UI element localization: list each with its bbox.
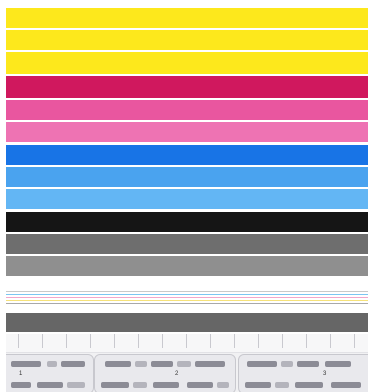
alignment-line-yellow	[6, 300, 368, 301]
ruler-slot	[153, 382, 179, 388]
ruler-tick	[138, 334, 139, 348]
gray-bar-light	[6, 256, 368, 276]
alignment-line-black	[6, 303, 368, 304]
ruler-slot	[11, 361, 41, 367]
magenta-bar-light	[6, 122, 368, 142]
ruler-slot	[281, 361, 293, 367]
alignment-line-cyan	[6, 294, 368, 295]
ruler-tick	[306, 334, 307, 348]
ruler-slot	[105, 361, 131, 367]
ruler-panel-1: 1	[6, 354, 94, 392]
ruler-slot	[135, 361, 147, 367]
magenta-bar-medium	[6, 100, 368, 120]
alignment-ruler: 1 2 3	[6, 334, 368, 392]
print-test-sheet: 1 2 3	[0, 0, 370, 392]
ruler-tick	[42, 334, 43, 348]
ruler-number-1: 1	[19, 371, 23, 377]
ruler-slot	[67, 382, 85, 388]
black-bar	[6, 212, 368, 232]
ruler-tick	[354, 334, 355, 348]
yellow-bar-2	[6, 30, 368, 50]
ruler-slot	[133, 382, 147, 388]
ruler-number-2: 2	[175, 371, 179, 377]
ruler-tick	[330, 334, 331, 348]
magenta-bar-dark	[6, 76, 368, 98]
ruler-tick	[282, 334, 283, 348]
ruler-tick	[90, 334, 91, 348]
yellow-bar-1	[6, 8, 368, 28]
alignment-line-gray	[6, 291, 368, 292]
ruler-tick	[234, 334, 235, 348]
cyan-bar-light	[6, 189, 368, 209]
cyan-bar-dark	[6, 145, 368, 165]
ruler-tick	[258, 334, 259, 348]
ruler-slot	[195, 361, 225, 367]
ruler-ticks	[6, 334, 368, 353]
ruler-slot	[217, 382, 229, 388]
ruler-slot	[61, 361, 85, 367]
ruler-slot	[247, 361, 277, 367]
ruler-number-3: 3	[323, 371, 327, 377]
gray-bar-bottom	[6, 313, 368, 332]
ruler-tick	[210, 334, 211, 348]
gray-bar-dark	[6, 234, 368, 254]
ruler-slot	[331, 382, 361, 388]
ruler-slot	[11, 382, 31, 388]
ruler-slot	[187, 382, 213, 388]
yellow-bar-3	[6, 52, 368, 74]
ruler-slot	[101, 382, 129, 388]
cyan-bar-medium	[6, 167, 368, 187]
ruler-panel-3: 3	[238, 354, 368, 392]
ruler-slot	[151, 361, 173, 367]
alignment-line-magenta	[6, 297, 368, 298]
ruler-panel-2: 2	[94, 354, 236, 392]
ruler-tick	[18, 334, 19, 348]
ruler-tick	[162, 334, 163, 348]
ruler-slot	[245, 382, 271, 388]
ruler-slot	[275, 382, 289, 388]
ruler-slot	[47, 361, 57, 367]
ruler-slot	[325, 361, 351, 367]
ruler-tick	[114, 334, 115, 348]
ruler-slot	[297, 361, 319, 367]
ruler-slot	[295, 382, 323, 388]
ruler-slot	[37, 382, 63, 388]
ruler-tick	[66, 334, 67, 348]
ruler-slot	[177, 361, 191, 367]
ruler-tick	[186, 334, 187, 348]
